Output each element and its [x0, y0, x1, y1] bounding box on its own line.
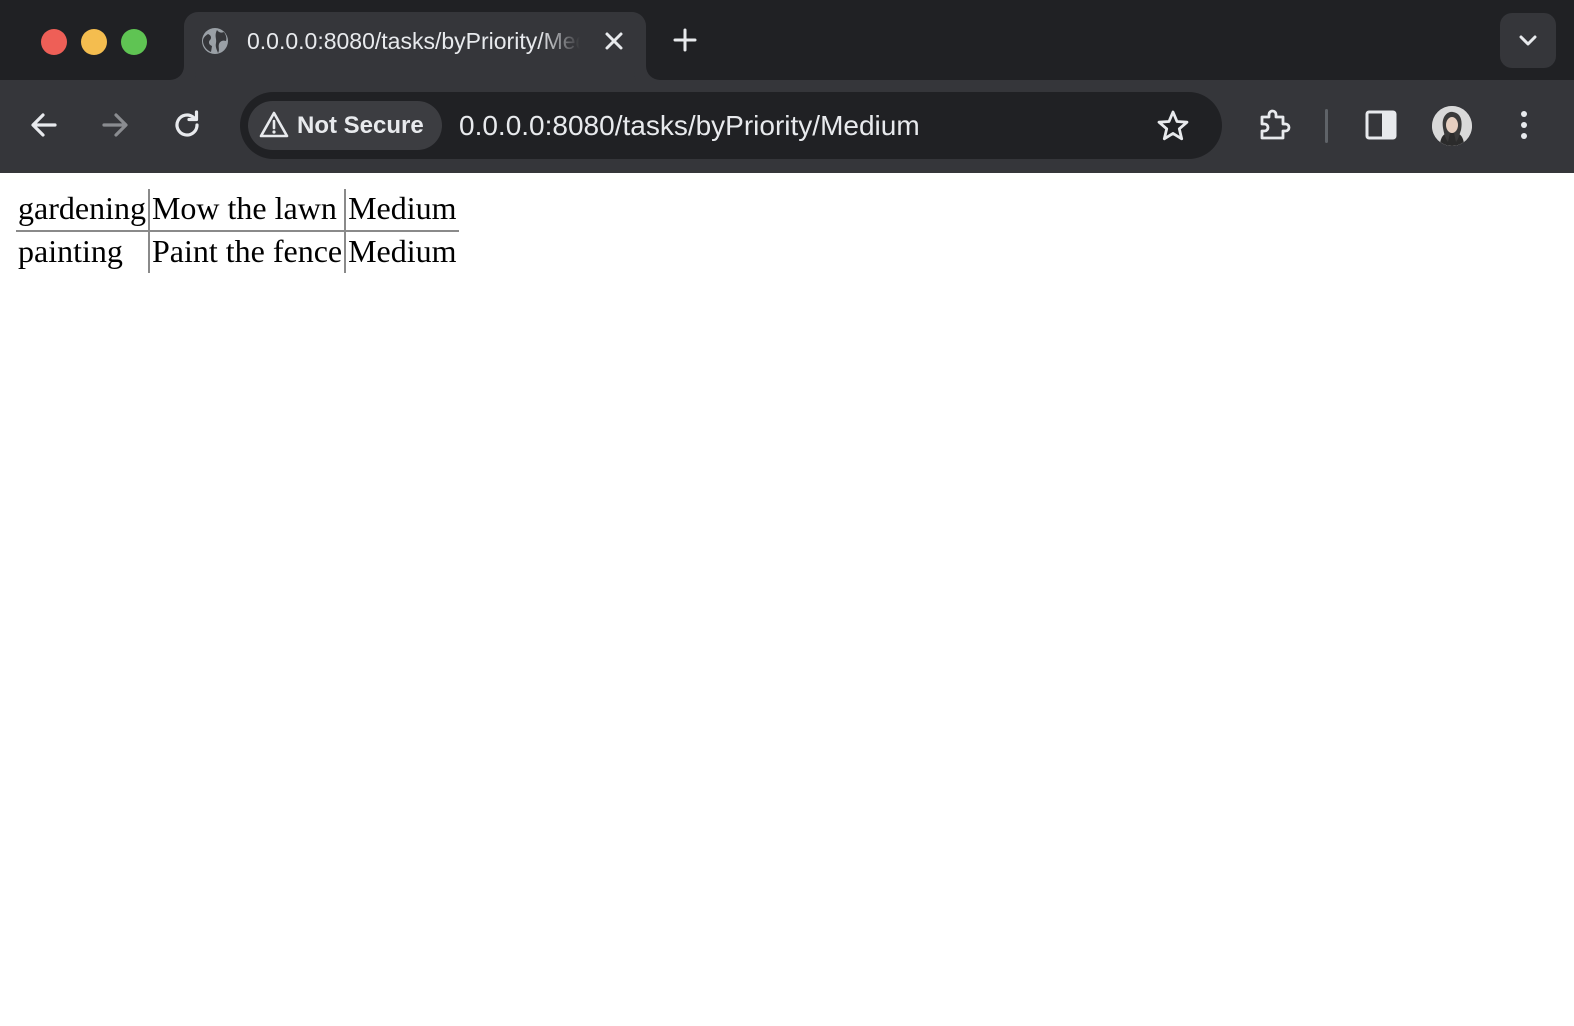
avatar[interactable]	[1432, 106, 1472, 146]
kebab-menu-icon[interactable]	[1506, 107, 1542, 143]
task-priority-cell: Medium	[344, 189, 459, 232]
task-description-cell: Mow the lawn	[147, 189, 346, 232]
star-icon[interactable]	[1155, 108, 1191, 144]
reload-icon[interactable]	[169, 107, 205, 143]
plus-icon[interactable]	[670, 25, 700, 55]
puzzle-icon[interactable]	[1256, 107, 1292, 143]
globe-icon	[202, 28, 228, 54]
security-chip[interactable]: Not Secure	[248, 101, 442, 150]
warning-triangle-icon	[259, 111, 289, 138]
browser-window: 0.0.0.0:8080/tasks/byPriority/Medium	[0, 0, 1574, 1026]
page-content: gardening Mow the lawn Medium painting P…	[0, 173, 1574, 1026]
window-maximize-button[interactable]	[121, 29, 147, 55]
task-priority-cell: Medium	[344, 231, 459, 273]
tasks-table: gardening Mow the lawn Medium painting P…	[16, 189, 459, 273]
window-minimize-button[interactable]	[81, 29, 107, 55]
tab-search-button[interactable]	[1500, 13, 1556, 68]
profile-photo	[1432, 106, 1472, 146]
security-label: Not Secure	[297, 112, 424, 139]
side-panel-icon[interactable]	[1363, 107, 1399, 143]
address-bar[interactable]: Not Secure 0.0.0.0:8080/tasks/byPriority…	[240, 92, 1222, 159]
table-row: gardening Mow the lawn Medium	[16, 189, 459, 232]
tab-title: 0.0.0.0:8080/tasks/byPriority/Medium	[247, 28, 580, 54]
active-tab[interactable]: 0.0.0.0:8080/tasks/byPriority/Medium	[184, 12, 646, 80]
tab-strip: 0.0.0.0:8080/tasks/byPriority/Medium	[0, 0, 1574, 80]
close-icon[interactable]	[601, 28, 627, 54]
url-text[interactable]: 0.0.0.0:8080/tasks/byPriority/Medium	[459, 92, 920, 159]
toolbar-divider	[1325, 109, 1328, 143]
task-category-cell: gardening	[16, 189, 149, 232]
table-row: painting Paint the fence Medium	[16, 231, 459, 273]
chevron-down-icon	[1519, 35, 1537, 46]
arrow-left-icon[interactable]	[26, 107, 62, 143]
window-close-button[interactable]	[41, 29, 67, 55]
task-category-cell: painting	[18, 233, 123, 269]
task-description-cell: Paint the fence	[147, 231, 346, 273]
arrow-right-icon[interactable]	[97, 107, 133, 143]
toolbar: Not Secure 0.0.0.0:8080/tasks/byPriority…	[0, 80, 1574, 173]
